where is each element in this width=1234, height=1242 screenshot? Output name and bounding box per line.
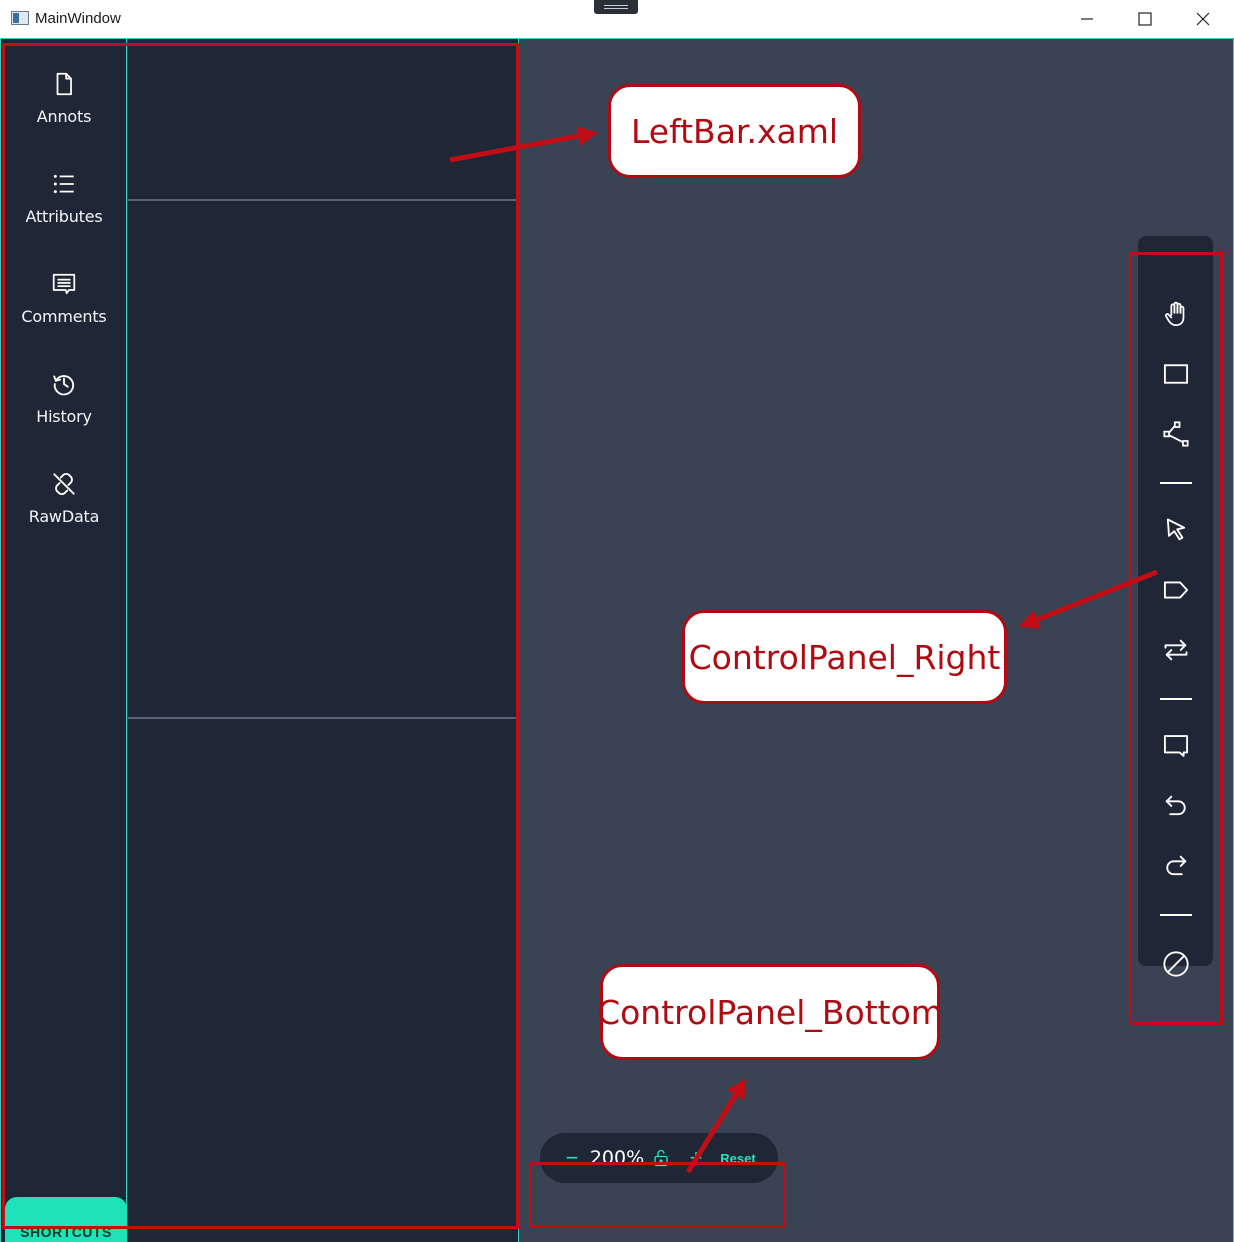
zoom-in-button[interactable]: + [686,1133,706,1183]
sidebar-item-rawdata[interactable]: RawData [1,467,127,557]
polyline-icon [1162,421,1189,447]
sidebar-item-label: Comments [21,307,107,326]
comment-tool-button[interactable] [1138,724,1213,768]
disable-icon [1162,951,1189,977]
rectangle-tool-button[interactable] [1138,352,1213,396]
comment-icon [1163,735,1188,757]
reset-zoom-button[interactable]: Reset [716,1133,760,1183]
swap-icon [1164,639,1187,661]
rectangle-icon [1163,364,1188,384]
undo-button[interactable] [1138,784,1213,828]
control-right-callout: ControlPanel_Right [682,610,1007,704]
close-icon [1196,12,1210,26]
app-icon [11,11,29,25]
left-sub-panel [128,39,519,1242]
control-panel-bottom: − 200% + Reset [540,1133,778,1183]
panel-section [128,719,519,1242]
sidebar-item-label: RawData [28,507,100,526]
tag-tool-button[interactable] [1138,568,1213,612]
swap-tool-button[interactable] [1138,628,1213,672]
control-bottom-callout: ControlPanel_Bottom [597,964,943,1060]
comment-icon [52,273,76,295]
hand-icon [1164,301,1184,326]
document-icon [56,72,72,96]
tag-icon [1163,581,1188,599]
toolbar-divider [1160,698,1192,700]
shortcuts-button[interactable]: SHORTCUTS [5,1197,127,1242]
list-icon [53,174,74,194]
sidebar-item-history[interactable]: History [1,367,127,457]
minimize-button[interactable] [1058,0,1116,38]
sidebar-item-label: Annots [36,107,92,126]
window-title: MainWindow [35,10,121,27]
sidebar-item-comments[interactable]: Comments [1,267,127,357]
redo-icon [1165,855,1186,876]
control-panel-right [1138,236,1213,977]
leftbar-callout: LeftBar.xaml [608,84,861,178]
drag-grip-icon[interactable] [594,0,638,14]
minimize-icon [1081,18,1093,20]
link-off-icon [53,473,75,495]
history-icon [53,375,75,396]
unlock-icon [654,1149,668,1167]
hand-tool-button[interactable] [1138,292,1213,336]
disable-tool-button[interactable] [1138,942,1213,986]
sidebar-item-annots[interactable]: Annots [1,67,127,157]
redo-button[interactable] [1138,844,1213,888]
sidebar-nav: Annots Attributes Comments History RawDa… [1,39,127,1242]
sidebar-item-attributes[interactable]: Attributes [1,167,127,257]
toolbar-divider [1160,914,1192,916]
maximize-icon [1138,12,1152,26]
panel-section [128,39,519,201]
close-button[interactable] [1174,0,1232,38]
title-bar: MainWindow [0,0,1234,38]
panel-section [128,201,519,719]
app-window: Annots Attributes Comments History RawDa… [0,38,1234,1242]
select-tool-button[interactable] [1138,508,1213,552]
sidebar-item-label: History [36,407,92,426]
pointer-icon [1166,518,1185,541]
zoom-lock-button[interactable] [650,1133,672,1183]
polyline-tool-button[interactable] [1138,412,1213,456]
sidebar-item-label: Attributes [25,207,103,226]
undo-icon [1165,795,1186,816]
zoom-level: 200% [589,1147,645,1169]
toolbar-divider [1160,482,1192,484]
zoom-out-button[interactable]: − [562,1133,582,1183]
maximize-button[interactable] [1116,0,1174,38]
